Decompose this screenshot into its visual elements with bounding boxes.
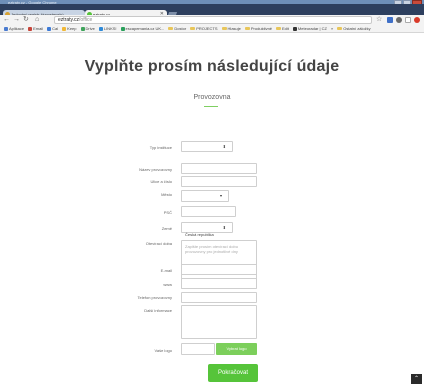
choose-logo-button[interactable]: Vybrat logo (216, 343, 257, 355)
chevron-up-icon: ⌃ (413, 376, 420, 382)
bookmark-keep[interactable]: Keep (62, 26, 77, 31)
country-select[interactable]: Česká republika ⬍ (181, 222, 233, 237)
extension-icon[interactable] (405, 17, 411, 23)
bookmark-apps[interactable]: Aplikace (4, 26, 24, 31)
apps-icon (4, 26, 8, 31)
tab-strip: Jednotný registr živnostenský... eztraty… (0, 4, 424, 19)
bookmarks-bar: Aplikace Email Cal Keep Drive LINKS! esc… (0, 25, 424, 33)
logo-label: Vaše logo (154, 348, 173, 353)
star-icon[interactable]: ☆ (376, 16, 382, 24)
business-name-label: Název provozovny (139, 167, 172, 172)
select-arrows-icon: ⬍ (222, 144, 226, 149)
email-input[interactable] (181, 264, 257, 275)
bookmark-email[interactable]: Email (28, 26, 43, 31)
bookmark-folder[interactable]: PROJECTS (190, 26, 218, 31)
forward-icon[interactable]: → (13, 16, 20, 24)
home-icon[interactable]: ⌂ (35, 16, 39, 24)
extension-icon[interactable] (387, 17, 393, 23)
city-select[interactable]: ▾ (181, 190, 229, 202)
street-input[interactable] (181, 176, 257, 187)
browser-toolbar: ← → ↻ ⌂ eztraty.cz/office ☆ (0, 15, 424, 25)
bookmarks-more-button[interactable]: » (331, 26, 333, 31)
calendar-icon (47, 26, 52, 31)
folder-icon (244, 27, 250, 30)
city-value (182, 200, 185, 205)
chevron-down-icon: ▾ (219, 193, 222, 198)
settings-icon[interactable] (396, 17, 402, 23)
bookmark-folder[interactable]: Edit (276, 26, 289, 31)
business-name-input[interactable] (181, 163, 257, 174)
bookmark-links[interactable]: LINKS! (98, 26, 117, 31)
country-value: Česká republika (185, 232, 214, 237)
additional-info-textarea[interactable] (181, 305, 257, 339)
opera-icon[interactable] (414, 17, 420, 23)
zip-input[interactable] (181, 206, 236, 217)
continue-button[interactable]: Pokračovat (208, 364, 258, 382)
page-title: Vyplňte prosím následující údaje (84, 58, 340, 75)
radar-icon (292, 26, 297, 31)
bookmark-folder[interactable]: Hlasuje (221, 26, 241, 31)
additional-info-label: Další informace (144, 308, 172, 313)
scroll-to-top-button[interactable]: ⌃ (411, 374, 422, 384)
street-label: Ulice a číslo (150, 179, 172, 184)
city-label: Město (161, 192, 172, 197)
opening-hours-placeholder: Zapište prosím otevírací dobu provozovny… (185, 244, 238, 254)
bookmark-meteoradar[interactable]: Meteoradar | CZ (292, 26, 327, 31)
institution-type-select[interactable]: ⬍ (181, 141, 233, 152)
escape-icon (120, 26, 125, 31)
www-input[interactable] (181, 278, 257, 289)
back-icon[interactable]: ← (3, 16, 10, 24)
section-underline (204, 106, 218, 107)
folder-icon (190, 27, 196, 30)
section-title: Provozovna (193, 94, 231, 101)
bookmark-other-folder[interactable]: Ostatní záložky (337, 26, 371, 31)
drive-icon (80, 26, 85, 31)
folder-icon (168, 27, 174, 30)
address-bar[interactable]: eztraty.cz/office (54, 16, 372, 24)
institution-type-label: Typ instituce (149, 145, 172, 150)
logo-filename-input[interactable] (181, 343, 215, 355)
www-label: www (163, 282, 172, 287)
bookmark-escape[interactable]: escapemania.cz UK... (120, 26, 164, 31)
links-icon (98, 26, 103, 31)
phone-label: Telefon provozovny (137, 295, 172, 300)
bookmark-folder[interactable]: Produktivně (244, 26, 272, 31)
opening-hours-label: Otevírací doba (145, 241, 172, 246)
folder-icon (337, 27, 343, 30)
zip-label: PSČ (163, 210, 172, 215)
institution-type-value (182, 151, 185, 156)
url-host: eztraty.cz (58, 17, 80, 23)
keep-icon (62, 26, 67, 31)
folder-icon (221, 27, 227, 30)
country-label: Země (161, 226, 172, 231)
bookmark-cal[interactable]: Cal (47, 26, 58, 31)
reload-icon[interactable]: ↻ (23, 16, 29, 24)
email-label: E-mail (160, 268, 172, 273)
bookmark-folder[interactable]: Dostor (168, 26, 186, 31)
mail-icon (28, 26, 33, 31)
bookmark-drive[interactable]: Drive (80, 26, 95, 31)
select-arrows-icon: ⬍ (222, 225, 226, 230)
url-path: /office (79, 17, 93, 23)
folder-icon (276, 27, 282, 30)
more-icon: » (330, 26, 334, 31)
phone-input[interactable] (181, 292, 257, 303)
